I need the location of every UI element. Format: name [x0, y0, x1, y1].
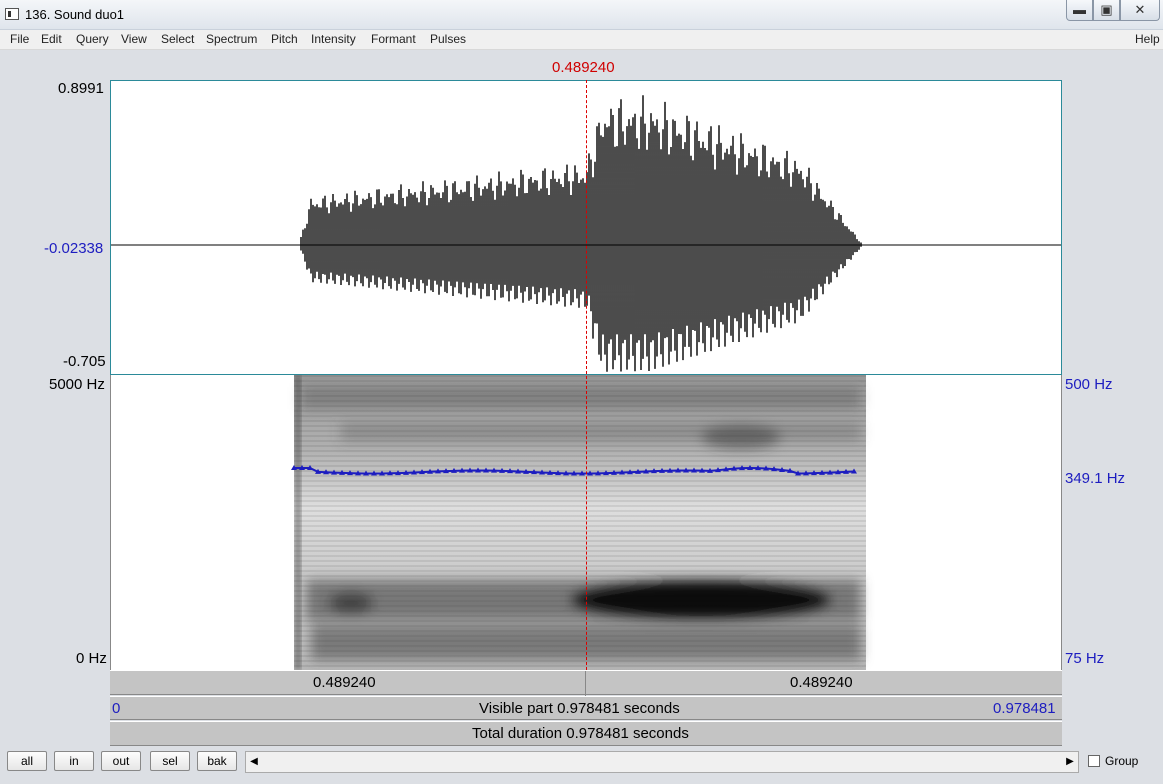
menu-view[interactable]: View [121, 32, 147, 46]
waveform-path [300, 95, 862, 372]
scroll-left-arrow-icon[interactable]: ◀ [246, 752, 262, 772]
group-label: Group [1105, 754, 1139, 768]
zoom-selection-button[interactable]: sel [150, 751, 190, 771]
menu-pitch[interactable]: Pitch [271, 32, 298, 46]
selection-left-time: 0.489240 [313, 674, 376, 691]
bottom-controls: all in out sel bak ◀ ▶ Group [0, 746, 1163, 784]
waveform-mid-label: -0.02338 [44, 240, 104, 257]
total-duration-text: Total duration 0.978481 seconds [472, 725, 689, 742]
pitch-top-label: 500 Hz [1065, 376, 1113, 393]
selection-bar[interactable]: 0.489240 0.489240 [110, 670, 1062, 696]
spectrogram-bottom-label: 0 Hz [76, 650, 107, 667]
menu-edit[interactable]: Edit [41, 32, 62, 46]
pitch-value-label: 349.1 Hz [1065, 470, 1126, 487]
menu-file[interactable]: File [10, 32, 29, 46]
scroll-right-arrow-icon[interactable]: ▶ [1062, 752, 1078, 772]
cursor-time-label: 0.489240 [552, 59, 615, 76]
waveform-lines [300, 95, 862, 372]
menu-bar: File Edit Query View Select Spectrum Pit… [0, 30, 1163, 50]
menu-intensity[interactable]: Intensity [311, 32, 356, 46]
close-icon: ✕ [1134, 2, 1146, 17]
zoom-back-button[interactable]: bak [197, 751, 237, 771]
zoom-in-button[interactable]: in [54, 751, 94, 771]
visible-part-bar[interactable]: 0 Visible part 0.978481 seconds 0.978481 [110, 696, 1062, 720]
minimize-icon: ▬ [1073, 2, 1086, 17]
group-checkbox[interactable] [1088, 755, 1100, 767]
selection-right-time: 0.489240 [790, 674, 853, 691]
title-bar: 136. Sound duo1 ▬ ▣ ✕ [0, 0, 1163, 30]
total-duration-bar[interactable]: Total duration 0.978481 seconds [110, 721, 1062, 746]
menu-help[interactable]: Help [1135, 32, 1160, 46]
menu-select[interactable]: Select [161, 32, 194, 46]
time-cursor[interactable] [586, 80, 587, 670]
pitch-bottom-label: 75 Hz [1065, 650, 1105, 667]
waveform-max-label: 0.8991 [58, 80, 104, 97]
visible-part-text: Visible part 0.978481 seconds [479, 700, 680, 717]
menu-query[interactable]: Query [76, 32, 109, 46]
menu-formant[interactable]: Formant [371, 32, 416, 46]
zoom-all-button[interactable]: all [7, 751, 47, 771]
waveform-min-label: -0.705 [63, 353, 106, 370]
horizontal-scrollbar[interactable]: ◀ ▶ [245, 751, 1079, 773]
visible-end-time: 0.978481 [993, 700, 1056, 717]
window-title: 136. Sound duo1 [25, 7, 125, 22]
close-button[interactable]: ✕ [1120, 0, 1160, 21]
maximize-icon: ▣ [1100, 2, 1113, 17]
app-icon [5, 8, 19, 20]
minimize-button[interactable]: ▬ [1066, 0, 1093, 21]
visible-start-time: 0 [112, 700, 121, 717]
selection-bar-divider [585, 671, 586, 696]
menu-pulses[interactable]: Pulses [430, 32, 466, 46]
zoom-out-button[interactable]: out [101, 751, 141, 771]
spectrogram-top-label: 5000 Hz [49, 376, 105, 393]
menu-spectrum[interactable]: Spectrum [206, 32, 257, 46]
maximize-button[interactable]: ▣ [1093, 0, 1120, 21]
